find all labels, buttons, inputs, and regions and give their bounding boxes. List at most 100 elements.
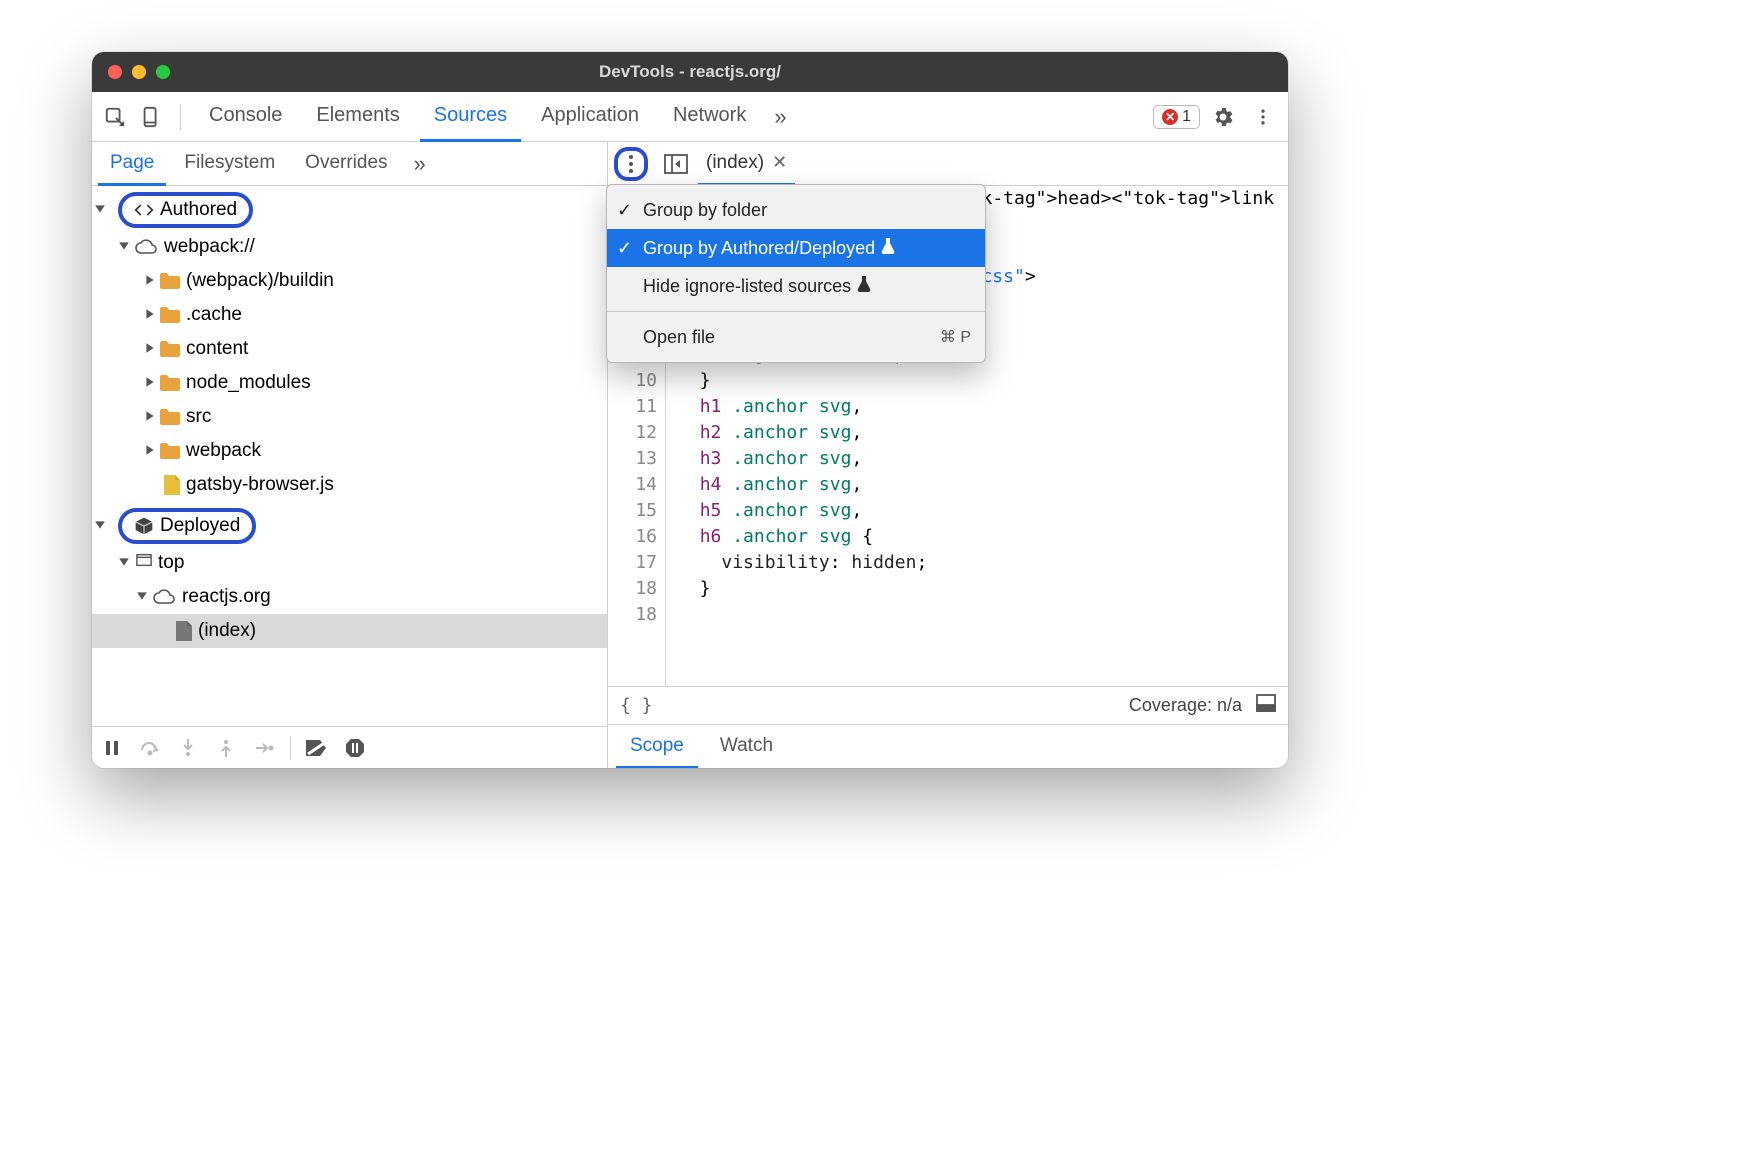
close-button[interactable] <box>108 65 122 79</box>
tree-label: content <box>186 338 248 360</box>
folder-icon <box>160 443 180 459</box>
authored-group[interactable]: Authored <box>118 192 253 228</box>
menu-hide-ignore-listed[interactable]: Hide ignore-listed sources <box>607 267 985 305</box>
menu-separator <box>607 311 985 312</box>
tree-label: webpack:// <box>164 236 255 258</box>
tree-file-js[interactable]: gatsby-browser.js <box>92 468 607 502</box>
tree-item-top[interactable]: top <box>92 546 607 580</box>
coverage-label: Coverage: n/a <box>1129 695 1242 716</box>
menu-group-by-authored-deployed[interactable]: ✓ Group by Authored/Deployed <box>607 229 985 267</box>
step-over-icon[interactable] <box>138 736 162 760</box>
tree-folder[interactable]: (webpack)/buildin <box>92 264 607 298</box>
window-title: DevTools - reactjs.org/ <box>92 62 1288 82</box>
tab-console[interactable]: Console <box>195 93 296 142</box>
tab-overrides[interactable]: Overrides <box>293 143 399 186</box>
navigator-options-button[interactable] <box>614 147 648 181</box>
debugger-toolbar <box>92 726 607 768</box>
minimize-button[interactable] <box>132 65 146 79</box>
check-icon: ✓ <box>617 200 632 221</box>
deployed-label: Deployed <box>160 515 240 537</box>
tab-filesystem[interactable]: Filesystem <box>172 143 287 186</box>
pause-on-exceptions-icon[interactable] <box>343 736 367 760</box>
navigator-options-menu: ✓ Group by folder ✓ Group by Authored/De… <box>606 184 986 363</box>
tree-folder[interactable]: .cache <box>92 298 607 332</box>
navigator-tabs: Page Filesystem Overrides » <box>92 142 607 186</box>
devtools-window: DevTools - reactjs.org/ Console Elements… <box>92 52 1288 768</box>
editor-tab-index[interactable]: (index) ✕ <box>698 143 795 186</box>
editor-tab-label: (index) <box>706 152 764 174</box>
experiment-icon <box>881 238 895 259</box>
tree-folder[interactable]: webpack <box>92 434 607 468</box>
frame-icon <box>136 553 152 573</box>
tree-folder[interactable]: content <box>92 332 607 366</box>
more-navigator-tabs-icon[interactable]: » <box>406 151 434 177</box>
folder-icon <box>160 409 180 425</box>
tree-label: (index) <box>198 620 256 642</box>
caret-right-icon <box>144 342 158 356</box>
main-menu-icon[interactable] <box>1246 107 1280 127</box>
editor-tabbar: (index) ✕ ✓ Group by folder ✓ Group by A… <box>608 142 1288 186</box>
caret-right-icon <box>144 376 158 390</box>
tree-label: node_modules <box>186 372 311 394</box>
shortcut-label: ⌘ P <box>940 327 971 347</box>
tree-file-index[interactable]: (index) <box>92 614 607 648</box>
menu-open-file[interactable]: Open file ⌘ P <box>607 318 985 356</box>
tree-label: webpack <box>186 440 261 462</box>
tree-label: src <box>186 406 211 428</box>
tree-label: .cache <box>186 304 242 326</box>
more-tabs-icon[interactable]: » <box>766 104 794 130</box>
close-tab-icon[interactable]: ✕ <box>772 152 787 173</box>
caret-down-icon[interactable] <box>94 203 108 217</box>
tab-sources[interactable]: Sources <box>420 93 521 142</box>
caret-down-icon <box>118 556 132 570</box>
pretty-print-icon[interactable]: { } <box>620 695 653 716</box>
device-toolbar-icon[interactable] <box>136 102 166 132</box>
deactivate-breakpoints-icon[interactable] <box>305 736 329 760</box>
errors-badge[interactable]: ✕ 1 <box>1153 105 1200 129</box>
menu-group-by-folder[interactable]: ✓ Group by folder <box>607 191 985 229</box>
step-icon[interactable] <box>252 736 276 760</box>
tree-label: reactjs.org <box>182 586 271 608</box>
caret-down-icon <box>118 240 132 254</box>
tab-network[interactable]: Network <box>659 93 760 142</box>
step-into-icon[interactable] <box>176 736 200 760</box>
errors-count: 1 <box>1182 108 1191 126</box>
editor-status-bar: { } Coverage: n/a <box>608 686 1288 724</box>
pause-icon[interactable] <box>100 736 124 760</box>
show-navigator-icon[interactable] <box>662 150 690 178</box>
folder-icon <box>160 307 180 323</box>
cloud-icon <box>134 239 158 255</box>
tree-label: (webpack)/buildin <box>186 270 334 292</box>
settings-icon[interactable] <box>1206 105 1240 129</box>
debugger-tabs: Scope Watch <box>608 724 1288 768</box>
check-icon: ✓ <box>617 238 632 259</box>
inspect-element-icon[interactable] <box>100 102 130 132</box>
tab-application[interactable]: Application <box>527 93 653 142</box>
drawer-toggle-icon[interactable] <box>1256 694 1276 717</box>
package-icon <box>134 516 154 536</box>
document-icon <box>176 621 192 641</box>
folder-icon <box>160 273 180 289</box>
zoom-button[interactable] <box>156 65 170 79</box>
caret-right-icon <box>144 274 158 288</box>
tab-elements[interactable]: Elements <box>302 93 413 142</box>
tree-origin[interactable]: reactjs.org <box>92 580 607 614</box>
tab-page[interactable]: Page <box>98 143 166 186</box>
tree-folder[interactable]: src <box>92 400 607 434</box>
caret-down-icon[interactable] <box>94 519 108 533</box>
separator <box>180 104 181 130</box>
tab-watch[interactable]: Watch <box>706 726 787 769</box>
deployed-group[interactable]: Deployed <box>118 508 256 544</box>
tree-label: top <box>158 552 184 574</box>
caret-down-icon <box>136 590 150 604</box>
window-controls <box>108 65 170 79</box>
tree-item-webpack[interactable]: webpack:// <box>92 230 607 264</box>
folder-icon <box>160 341 180 357</box>
tab-scope[interactable]: Scope <box>616 726 698 769</box>
tree-folder[interactable]: node_modules <box>92 366 607 400</box>
content-area: Page Filesystem Overrides » Authored <box>92 142 1288 768</box>
main-toolbar: Console Elements Sources Application Net… <box>92 92 1288 142</box>
step-out-icon[interactable] <box>214 736 238 760</box>
file-tree: Authored webpack:// (webpack)/buildin <box>92 186 607 726</box>
caret-right-icon <box>144 410 158 424</box>
